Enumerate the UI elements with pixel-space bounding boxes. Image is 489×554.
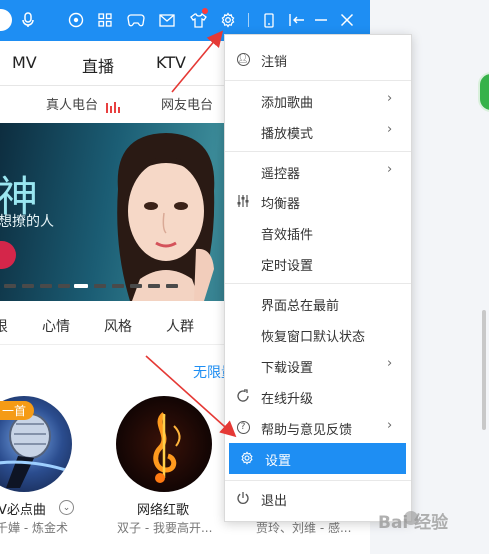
baidu-paw-icon xyxy=(404,511,418,525)
annotation-arrows xyxy=(145,30,237,438)
arrow-to-settings xyxy=(145,355,237,438)
arrow-to-gear xyxy=(171,30,224,93)
